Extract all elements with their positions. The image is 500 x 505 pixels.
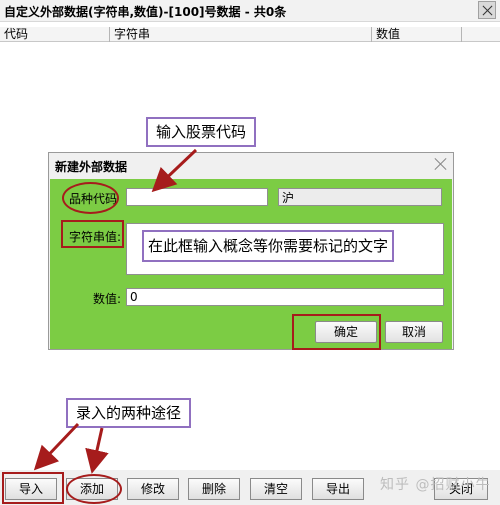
clear-button[interactable]: 清空 <box>250 478 302 500</box>
window-title: 自定义外部数据(字符串,数值)-[100]号数据 - 共0条 <box>4 5 287 19</box>
zhihu-watermark: 知乎 @招财小牛 <box>380 477 491 493</box>
column-header-string[interactable]: 字符串 <box>110 27 372 42</box>
dialog-close-icon[interactable] <box>433 156 449 172</box>
delete-button[interactable]: 删除 <box>188 478 240 500</box>
string-hint-callout: 在此框输入概念等你需要标记的文字 <box>142 230 395 262</box>
modify-button[interactable]: 修改 <box>127 478 179 500</box>
ok-button-highlight <box>292 314 381 350</box>
entry-methods-callout: 录入的两种途径 <box>66 398 192 428</box>
column-header-number[interactable]: 数值 <box>372 27 462 42</box>
code-label-highlight <box>62 182 119 214</box>
string-label-highlight <box>61 220 124 248</box>
cancel-button[interactable]: 取消 <box>385 321 443 343</box>
window-close-icon[interactable] <box>478 1 496 19</box>
number-value-label: 数值: <box>93 292 122 306</box>
code-input[interactable] <box>126 188 268 206</box>
import-button-highlight <box>2 472 64 504</box>
window-titlebar: 自定义外部数据(字符串,数值)-[100]号数据 - 共0条 <box>0 0 500 22</box>
market-field <box>278 188 442 206</box>
stock-code-hint-callout: 输入股票代码 <box>146 117 257 147</box>
column-header-code[interactable]: 代码 <box>0 27 110 42</box>
number-value-input[interactable] <box>126 288 444 306</box>
export-button[interactable]: 导出 <box>312 478 364 500</box>
add-button-highlight <box>66 474 122 504</box>
dialog-title: 新建外部数据 <box>55 160 128 174</box>
table-header: 代码 字符串 数值 <box>0 27 500 42</box>
